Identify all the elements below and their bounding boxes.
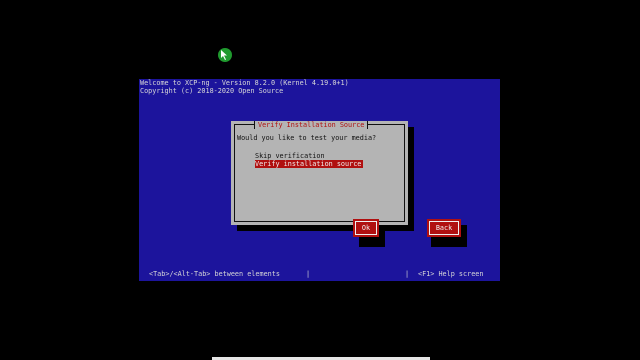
copyright-line: Copyright (c) 2018-2020 Open Source	[140, 87, 284, 95]
installer-console: Welcome to XCP-ng - Version 8.2.0 (Kerne…	[139, 79, 500, 281]
back-button-label: Back	[429, 221, 459, 235]
verify-source-dialog: Verify Installation Source Would you lik…	[231, 121, 467, 247]
option-skip-verification[interactable]: Skip verification	[255, 152, 363, 160]
status-bar: <Tab>/<Alt-Tab> between elements | | <F1…	[139, 270, 500, 279]
dialog-title: Verify Installation Source	[253, 121, 369, 129]
mouse-pointer-icon	[218, 48, 232, 62]
option-verify-installation-source[interactable]: Verify installation source	[255, 160, 364, 168]
screen: Welcome to XCP-ng - Version 8.2.0 (Kerne…	[0, 0, 640, 360]
keyboard-hint: <Tab>/<Alt-Tab> between elements	[149, 270, 280, 278]
status-separator: |	[405, 270, 410, 278]
status-separator: |	[306, 270, 311, 278]
verification-options-list[interactable]: Skip verification Verify installation so…	[255, 152, 364, 168]
ok-button[interactable]: Ok	[353, 219, 379, 237]
dialog-question: Would you like to test your media?	[237, 134, 377, 142]
help-hint: <F1> Help screen	[418, 270, 484, 278]
welcome-line: Welcome to XCP-ng - Version 8.2.0 (Kerne…	[140, 79, 349, 87]
ok-button-label: Ok	[355, 221, 377, 235]
back-button[interactable]: Back	[427, 219, 461, 237]
